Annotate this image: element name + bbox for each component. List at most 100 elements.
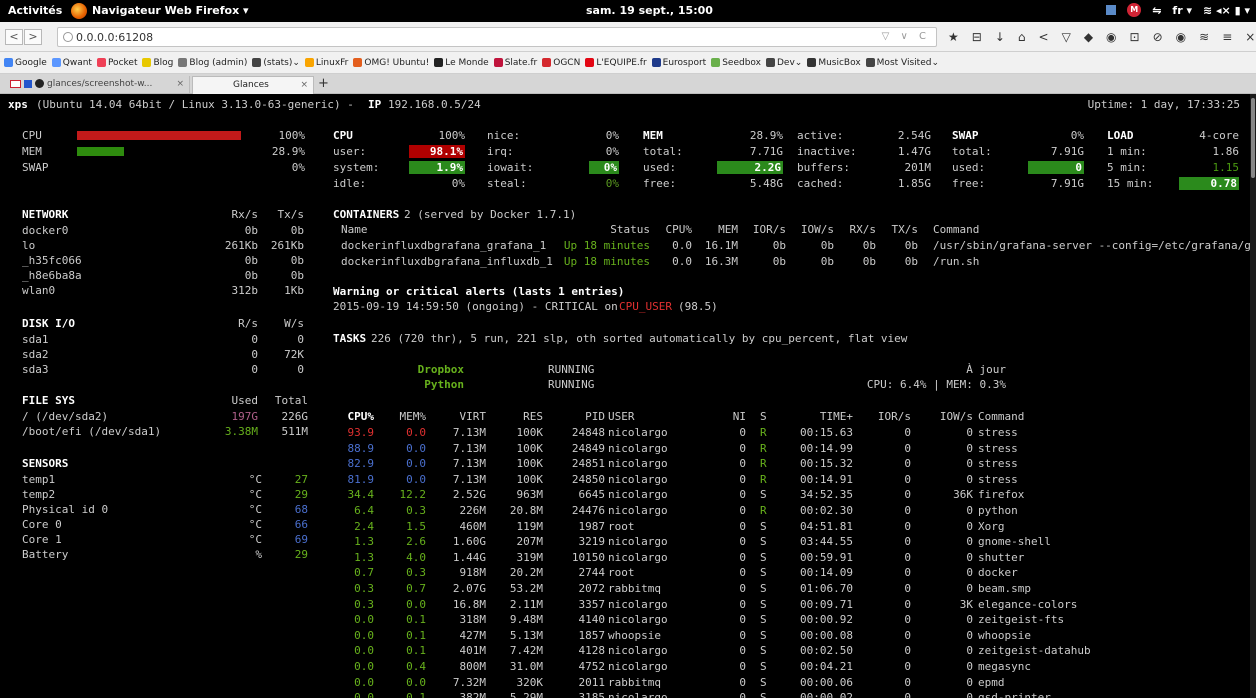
- process-cell: 0: [966, 660, 973, 673]
- bookmark-favicon-icon: [434, 58, 444, 67]
- url-bar[interactable]: 0.0.0.0:61208 ▽ ∨ C: [57, 27, 937, 47]
- bookmark-item[interactable]: Dev⌄: [765, 58, 802, 68]
- system-tray: M ⇋ fr ▾ ≋ ◂× ▮ ▾: [1106, 3, 1250, 17]
- process-cell: zeitgeist-fts: [978, 613, 1065, 627]
- toolbar-icon[interactable]: ↓: [995, 30, 1005, 44]
- process-cell: 0: [966, 535, 973, 549]
- toolbar-icon[interactable]: ★: [948, 30, 959, 44]
- toolbar-icon[interactable]: ⊘: [1153, 30, 1163, 44]
- process-cell: whoopsie: [978, 628, 1031, 642]
- disk-write: 0: [297, 333, 304, 346]
- quicklook-value: 0%: [291, 161, 305, 174]
- bookmark-item[interactable]: Blog: [142, 58, 173, 68]
- toolbar-icon[interactable]: ×: [1245, 30, 1255, 44]
- scrollbar-thumb[interactable]: [1251, 98, 1255, 178]
- bookmark-item[interactable]: Le Monde: [434, 58, 489, 68]
- toolbar-icon[interactable]: ◉: [1106, 30, 1116, 44]
- process-cell: stress: [978, 426, 1018, 439]
- network-tx: 0b: [290, 224, 304, 237]
- bookmark-item[interactable]: Slate.fr: [493, 57, 538, 68]
- tray-dropbox-icon[interactable]: ⇋: [1152, 4, 1161, 17]
- process-cell: stress: [978, 441, 1018, 455]
- toolbar-icon[interactable]: ◆: [1084, 30, 1093, 44]
- disk-write: 72K: [284, 348, 304, 361]
- new-tab-button[interactable]: +: [318, 76, 329, 91]
- bookmark-item[interactable]: Seedbox: [711, 58, 761, 68]
- toolbar-icon[interactable]: ≋: [1199, 30, 1209, 44]
- bookmark-item[interactable]: OMG! Ubuntu!: [353, 58, 429, 68]
- activities-button[interactable]: Activités: [8, 4, 62, 17]
- process-cell: docker: [978, 566, 1018, 580]
- load-label: 15 min:: [1107, 177, 1154, 190]
- bookmark-item[interactable]: Most Visited⌄: [865, 58, 939, 68]
- process-cell: 0: [966, 426, 973, 439]
- load-value: 1.86: [1212, 145, 1240, 158]
- uptime: Uptime: 1 day, 17:33:25: [1087, 98, 1240, 111]
- tray-mega-icon[interactable]: M: [1127, 3, 1142, 17]
- app-menu[interactable]: Navigateur Web Firefox ▾: [92, 4, 249, 17]
- keyboard-layout[interactable]: fr ▾: [1172, 4, 1192, 17]
- bookmark-item[interactable]: OGCN: [542, 58, 580, 68]
- bookmark-item[interactable]: (stats)⌄: [252, 58, 300, 68]
- bookmark-favicon-icon: [807, 58, 817, 67]
- tab-close-icon[interactable]: ×: [176, 79, 184, 89]
- tab-github[interactable]: glances/screenshot-w... ×: [4, 76, 190, 94]
- bookmark-favicon-icon: [4, 58, 13, 67]
- bookmark-item[interactable]: Qwant: [51, 58, 92, 68]
- bookmark-item[interactable]: Blog (admin): [178, 58, 247, 68]
- alert-item: CPU_USER: [619, 300, 672, 313]
- bookmark-item[interactable]: LinuxFr: [304, 57, 349, 68]
- tab-glances[interactable]: Glances ×: [192, 76, 314, 94]
- bookmark-favicon-icon: [585, 58, 595, 67]
- process-cell: beam.smp: [978, 582, 1031, 595]
- bookmark-item[interactable]: L'EQUIPE.fr: [585, 58, 647, 68]
- back-button[interactable]: <: [5, 29, 23, 45]
- process-cell: 0: [966, 519, 973, 533]
- bookmark-item[interactable]: Pocket: [96, 58, 137, 68]
- process-cell: 0: [966, 644, 973, 658]
- bookmark-item[interactable]: Eurosport: [651, 58, 706, 68]
- forward-button[interactable]: >: [24, 29, 42, 45]
- alert-line: 2015-09-19 14:59:50 (ongoing) - CRITICAL…: [333, 300, 618, 313]
- process-cell: 0: [966, 582, 973, 595]
- cpu-value: 0%: [589, 161, 619, 174]
- bookmark-label: Seedbox: [722, 57, 761, 68]
- process-cell: 0: [966, 441, 973, 455]
- system-status-icons[interactable]: ≋ ◂× ▮ ▾: [1203, 4, 1250, 17]
- process-cell: Xorg: [978, 519, 1005, 533]
- network-tx-header: Tx/s: [277, 208, 305, 221]
- process-cell: 36K: [953, 488, 973, 502]
- os-info: (Ubuntu 14.04 64bit / Linux 3.13.0-63-ge…: [36, 98, 354, 111]
- scrollbar[interactable]: [1250, 94, 1256, 698]
- process-cell: 0: [966, 504, 973, 517]
- url-text[interactable]: 0.0.0.0:61208: [76, 31, 153, 44]
- swap-value: 7.91G: [1050, 177, 1084, 190]
- bookmark-favicon-icon: [865, 58, 875, 67]
- toolbar-icon[interactable]: <: [1039, 30, 1049, 44]
- clock[interactable]: sam. 19 sept., 15:00: [586, 4, 713, 17]
- toolbar-icon[interactable]: ≡: [1222, 30, 1232, 44]
- tray-app-icon[interactable]: [1106, 5, 1117, 15]
- quicklook-value: 28.9%: [271, 145, 305, 158]
- bookmark-favicon-icon: [142, 58, 152, 67]
- toolbar-icon[interactable]: ⌂: [1018, 30, 1026, 44]
- toolbar-icon[interactable]: ▽: [1062, 30, 1071, 44]
- bookmark-label: OMG! Ubuntu!: [364, 57, 430, 68]
- toolbar-icon[interactable]: ◉: [1176, 30, 1186, 44]
- container-cell: /run.sh: [933, 255, 980, 268]
- bookmark-label: Google: [15, 57, 47, 68]
- bookmark-label: Slate.fr: [504, 57, 538, 68]
- containers-summary: 2 (served by Docker 1.7.1): [404, 208, 577, 221]
- toolbar-icon[interactable]: ⊟: [972, 30, 982, 44]
- tab-close-icon[interactable]: ×: [300, 80, 308, 90]
- load-value: 0.78: [1179, 177, 1239, 190]
- url-bar-icons[interactable]: ▽ ∨ C: [882, 31, 930, 42]
- bookmark-item[interactable]: Google: [4, 58, 47, 68]
- bookmark-label: LinuxFr: [315, 57, 349, 68]
- process-cell: firefox: [978, 488, 1025, 502]
- containers-header: TX/s: [891, 223, 919, 236]
- site-info-icon[interactable]: [63, 32, 73, 42]
- bookmark-item[interactable]: MusicBox: [807, 58, 861, 68]
- disk-write-header: W/s: [284, 317, 304, 330]
- toolbar-icon[interactable]: ⊡: [1130, 30, 1140, 44]
